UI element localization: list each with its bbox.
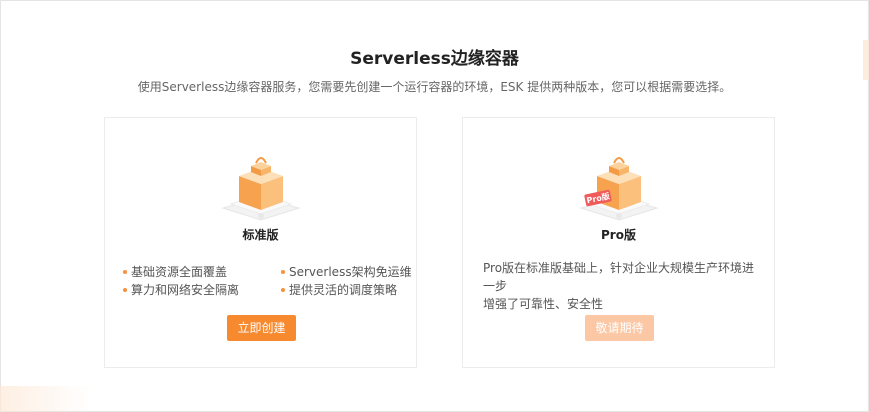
create-now-button[interactable]: 立即创建 (227, 315, 296, 341)
bullet-dot-icon (123, 269, 127, 274)
page-title: Serverless边缘容器 (350, 49, 519, 69)
corner-decoration (0, 386, 90, 412)
feature-item: 算力和网络安全隔离 (123, 281, 239, 298)
coming-soon-button[interactable]: 敬请期待 (585, 315, 654, 341)
feature-item: 提供灵活的调度策略 (281, 281, 397, 298)
bullet-dot-icon (281, 269, 285, 274)
cube-box-pro-illustration-icon: Pro版 (578, 157, 659, 221)
pro-edition-card: Pro版 Pro版 Pro版在标准版基础上，针对企业大规模生产环境进一步 增强了… (462, 117, 775, 368)
standard-edition-card: 标准版 基础资源全面覆盖 Serverless架构免运维 算力和网络安全隔离 提… (104, 117, 417, 368)
feature-item: Serverless架构免运维 (281, 263, 412, 280)
standard-edition-title: 标准版 (242, 228, 279, 242)
cube-box-illustration-icon (220, 157, 301, 221)
page-subtitle: 使用Serverless边缘容器服务，您需要先创建一个运行容器的环境，ESK 提… (137, 80, 732, 94)
pro-edition-title: Pro版 (601, 228, 636, 242)
bullet-dot-icon (123, 287, 127, 292)
feature-item: 基础资源全面覆盖 (123, 263, 227, 280)
pro-edition-description: Pro版在标准版基础上，针对企业大规模生产环境进一步 增强了可靠性、安全性 (483, 261, 755, 311)
bullet-dot-icon (281, 287, 285, 292)
